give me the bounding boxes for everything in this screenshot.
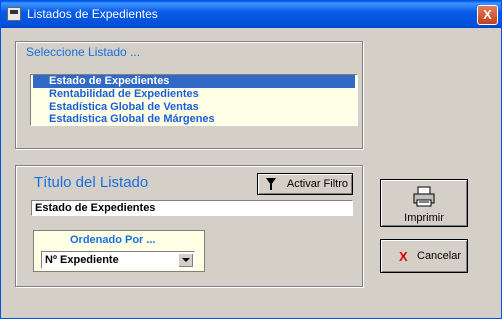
cancelar-button[interactable]: X Cancelar <box>380 239 468 273</box>
window-title: Listados de Expedientes <box>27 7 158 21</box>
cancel-x-icon: X <box>399 249 408 264</box>
close-button[interactable]: X <box>477 5 498 25</box>
list-item[interactable]: Rentabilidad de Expedientes <box>33 88 355 101</box>
listado-group: Seleccione Listado ... Estado de Expedie… <box>15 41 363 149</box>
activar-filtro-label: Activar Filtro <box>286 178 348 190</box>
listado-listbox[interactable]: Estado de Expedientes Rentabilidad de Ex… <box>30 74 358 126</box>
ordenado-box: Ordenado Por ... Nº Expediente <box>33 230 205 272</box>
funnel-icon <box>266 178 276 190</box>
chevron-down-icon[interactable] <box>178 253 193 267</box>
cancelar-label: Cancelar <box>417 250 462 262</box>
titulo-label: Título del Listado <box>34 174 149 191</box>
title-bar: Listados de Expedientes X <box>1 1 501 28</box>
listado-group-label: Seleccione Listado ... <box>26 45 141 59</box>
printer-icon <box>413 186 435 207</box>
list-item[interactable]: Estado de Expedientes <box>33 75 355 88</box>
ordenado-label: Ordenado Por ... <box>70 234 156 246</box>
imprimir-button[interactable]: Imprimir <box>380 179 468 227</box>
listados-window: Listados de Expedientes X Seleccione Lis… <box>0 0 502 319</box>
ordenado-value: Nº Expediente <box>45 254 119 266</box>
ordenado-select[interactable]: Nº Expediente <box>41 251 195 269</box>
app-icon <box>7 7 21 21</box>
titulo-input[interactable]: Estado de Expedientes <box>31 200 353 216</box>
imprimir-label: Imprimir <box>404 212 444 224</box>
list-item[interactable]: Estadística Global de Márgenes <box>33 113 355 126</box>
activar-filtro-button[interactable]: Activar Filtro <box>257 173 353 195</box>
